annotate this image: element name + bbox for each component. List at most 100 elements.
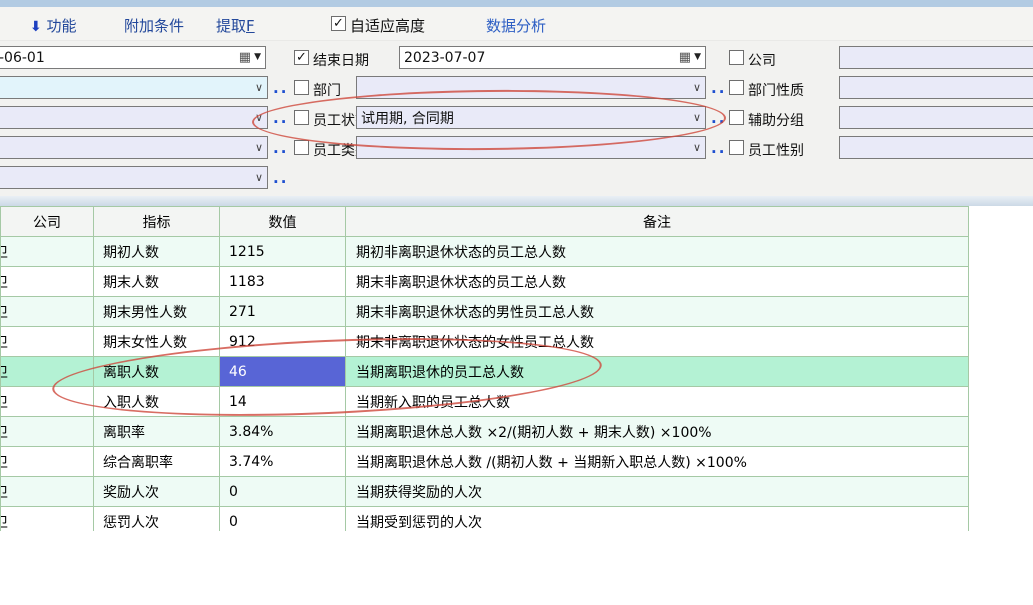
value-cell[interactable]: 3.84%: [220, 417, 346, 447]
emp-status-checkbox[interactable]: [294, 110, 309, 125]
emp-category-checkbox[interactable]: [294, 140, 309, 155]
remark-cell[interactable]: 期末非离职退休状态的女性员工总人数: [346, 327, 969, 357]
remark-cell[interactable]: 期末非离职退休状态的男性员工总人数: [346, 297, 969, 327]
remark-cell[interactable]: 当期新入职的员工总人数: [346, 387, 969, 417]
remark-cell[interactable]: 当期离职退休的员工总人数: [346, 357, 969, 387]
browse-dots-button[interactable]: ..: [273, 169, 288, 187]
table-row[interactable]: 卫 奖励人次 0 当期获得奖励的人次: [1, 477, 969, 507]
chevron-down-icon[interactable]: ∨: [255, 172, 263, 183]
down-arrow-icon: ⬇: [30, 19, 42, 35]
company-cell: 卫: [1, 452, 8, 472]
company-cell: 卫: [1, 482, 8, 502]
function-menu-label: 功能: [47, 17, 77, 35]
end-date-field[interactable]: 2023-07-07 ▦ ▼: [399, 46, 706, 69]
indicator-cell[interactable]: 奖励人次: [94, 477, 220, 507]
dept-nature-checkbox[interactable]: [729, 80, 744, 95]
results-table: 公司 指标 数值 备注 卫 期初人数 1215 期初非离职退休状态的员工总人数 …: [0, 206, 969, 531]
company-cell: 卫: [1, 422, 8, 442]
dropdown-arrow-icon[interactable]: ▼: [254, 53, 261, 62]
filter-combo-1[interactable]: ∨: [0, 76, 268, 99]
filter-combo-2[interactable]: ∨: [0, 106, 268, 129]
indicator-cell[interactable]: 惩罚人次: [94, 507, 220, 531]
col-header-indicator[interactable]: 指标: [94, 207, 220, 237]
indicator-cell[interactable]: 入职人数: [94, 387, 220, 417]
remark-cell[interactable]: 当期获得奖励的人次: [346, 477, 969, 507]
aux-group-checkbox[interactable]: [729, 110, 744, 125]
value-cell[interactable]: 271: [220, 297, 346, 327]
table-row[interactable]: 卫 惩罚人次 0 当期受到惩罚的人次: [1, 507, 969, 531]
dept-checkbox[interactable]: [294, 80, 309, 95]
end-date-label: 结束日期: [313, 50, 369, 70]
browse-dots-button[interactable]: ..: [273, 139, 288, 157]
indicator-cell[interactable]: 期末人数: [94, 267, 220, 297]
remark-cell[interactable]: 期初非离职退休状态的员工总人数: [346, 237, 969, 267]
additional-conditions-button[interactable]: 附加条件: [124, 15, 184, 36]
table-row-selected[interactable]: 卫 离职人数 46 当期离职退休的员工总人数: [1, 357, 969, 387]
chevron-down-icon[interactable]: ∨: [255, 82, 263, 93]
filter-combo-4[interactable]: ∨: [0, 166, 268, 189]
remark-cell[interactable]: 期末非离职退休状态的员工总人数: [346, 267, 969, 297]
col-header-company[interactable]: 公司: [1, 207, 94, 237]
dept-nature-label: 部门性质: [748, 80, 804, 100]
emp-gender-input[interactable]: [839, 136, 1033, 159]
panel-separator: [0, 196, 1033, 206]
chevron-down-icon[interactable]: ∨: [693, 112, 701, 123]
value-cell[interactable]: 0: [220, 507, 346, 531]
value-cell[interactable]: 14: [220, 387, 346, 417]
extract-button[interactable]: 提取F: [216, 15, 255, 36]
company-cell: 卫: [1, 362, 8, 382]
calendar-icon[interactable]: ▦: [679, 51, 691, 64]
indicator-cell[interactable]: 期末男性人数: [94, 297, 220, 327]
indicator-cell[interactable]: 期初人数: [94, 237, 220, 267]
indicator-cell[interactable]: 期末女性人数: [94, 327, 220, 357]
browse-dots-button[interactable]: ..: [711, 79, 726, 97]
start-date-value: -06-01: [0, 50, 239, 66]
dropdown-arrow-icon[interactable]: ▼: [694, 53, 701, 62]
window-top-strip: [0, 0, 1033, 7]
table-row[interactable]: 卫 入职人数 14 当期新入职的员工总人数: [1, 387, 969, 417]
company-checkbox[interactable]: [729, 50, 744, 65]
start-date-field[interactable]: -06-01 ▦ ▼: [0, 46, 266, 69]
function-menu-button[interactable]: ⬇ 功能: [30, 15, 77, 36]
value-cell[interactable]: 0: [220, 477, 346, 507]
indicator-cell[interactable]: 离职人数: [94, 357, 220, 387]
col-header-remark[interactable]: 备注: [346, 207, 969, 237]
browse-dots-button[interactable]: ..: [711, 109, 726, 127]
emp-gender-checkbox[interactable]: [729, 140, 744, 155]
emp-status-combo[interactable]: 试用期, 合同期 ∨: [356, 106, 706, 129]
chevron-down-icon[interactable]: ∨: [255, 112, 263, 123]
filter-combo-3[interactable]: ∨: [0, 136, 268, 159]
dept-nature-input[interactable]: [839, 76, 1033, 99]
remark-cell[interactable]: 当期离职退休总人数 ×2/(期初人数 + 期末人数) ×100%: [346, 417, 969, 447]
aux-group-input[interactable]: [839, 106, 1033, 129]
chevron-down-icon[interactable]: ∨: [693, 142, 701, 153]
browse-dots-button[interactable]: ..: [273, 109, 288, 127]
remark-cell[interactable]: 当期受到惩罚的人次: [346, 507, 969, 531]
calendar-icon[interactable]: ▦: [239, 51, 251, 64]
end-date-checkbox[interactable]: ✓: [294, 50, 309, 65]
table-row[interactable]: 卫 综合离职率 3.74% 当期离职退休总人数 /(期初人数 + 当期新入职总人…: [1, 447, 969, 477]
table-row[interactable]: 卫 期末男性人数 271 期末非离职退休状态的男性员工总人数: [1, 297, 969, 327]
dept-combo[interactable]: ∨: [356, 76, 706, 99]
value-cell[interactable]: 3.74%: [220, 447, 346, 477]
data-analysis-button[interactable]: 数据分析: [486, 15, 546, 36]
company-input[interactable]: [839, 46, 1033, 69]
table-row[interactable]: 卫 期初人数 1215 期初非离职退休状态的员工总人数: [1, 237, 969, 267]
indicator-cell[interactable]: 离职率: [94, 417, 220, 447]
value-cell[interactable]: 1215: [220, 237, 346, 267]
remark-cell[interactable]: 当期离职退休总人数 /(期初人数 + 当期新入职总人数) ×100%: [346, 447, 969, 477]
value-cell[interactable]: 1183: [220, 267, 346, 297]
table-row[interactable]: 卫 期末人数 1183 期末非离职退休状态的员工总人数: [1, 267, 969, 297]
col-header-value[interactable]: 数值: [220, 207, 346, 237]
value-cell[interactable]: 912: [220, 327, 346, 357]
chevron-down-icon[interactable]: ∨: [255, 142, 263, 153]
chevron-down-icon[interactable]: ∨: [693, 82, 701, 93]
emp-category-combo[interactable]: ∨: [356, 136, 706, 159]
browse-dots-button[interactable]: ..: [273, 79, 288, 97]
table-row[interactable]: 卫 期末女性人数 912 期末非离职退休状态的女性员工总人数: [1, 327, 969, 357]
browse-dots-button[interactable]: ..: [711, 139, 726, 157]
table-row[interactable]: 卫 离职率 3.84% 当期离职退休总人数 ×2/(期初人数 + 期末人数) ×…: [1, 417, 969, 447]
indicator-cell[interactable]: 综合离职率: [94, 447, 220, 477]
autoheight-checkbox[interactable]: ✓: [331, 16, 346, 31]
selected-value-cell[interactable]: 46: [220, 357, 346, 387]
